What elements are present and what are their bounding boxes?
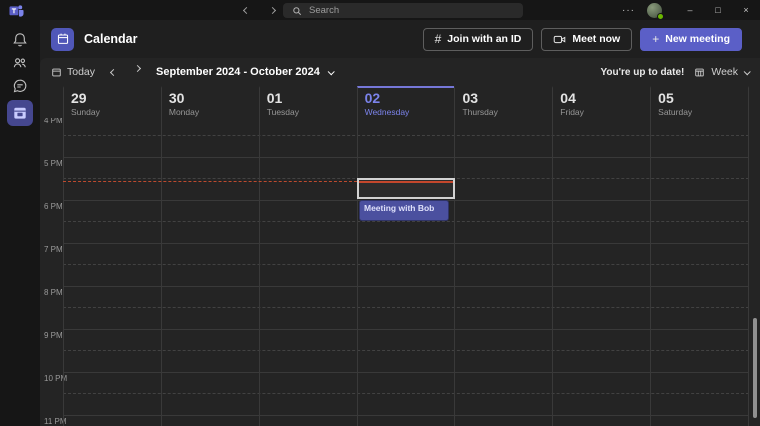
app-rail: [0, 20, 40, 426]
day-date: 03: [462, 90, 552, 106]
camera-icon: [553, 33, 566, 46]
plus-icon: +: [652, 32, 659, 46]
header-buttons: # Join with an ID Meet now + New meeting: [423, 28, 742, 51]
hour-label: 7 PM: [44, 245, 63, 254]
calendar-app-icon: [51, 28, 74, 51]
next-week-chevron-icon[interactable]: [135, 66, 140, 78]
day-column[interactable]: [63, 118, 161, 426]
day-column[interactable]: [259, 118, 357, 426]
toolbar-right: You're up to date! Week: [600, 66, 749, 78]
day-header[interactable]: 30 Monday: [161, 86, 259, 118]
day-name: Monday: [169, 107, 259, 117]
current-time-line-solid: [359, 181, 453, 183]
hour-label: 4 PM: [44, 118, 63, 125]
hour-label: 9 PM: [44, 331, 63, 340]
day-name: Saturday: [658, 107, 748, 117]
day-name: Thursday: [462, 107, 552, 117]
new-meeting-button[interactable]: + New meeting: [640, 28, 742, 51]
view-switcher[interactable]: Week: [694, 66, 749, 78]
calendar-header: Calendar # Join with an ID Meet now: [40, 20, 760, 58]
calendar-pane: Today September 2024 - October 2024 You'…: [40, 58, 760, 426]
history-nav: [241, 0, 277, 20]
day-column[interactable]: [454, 118, 552, 426]
day-header[interactable]: 05 Saturday: [650, 86, 749, 118]
hour-label: 8 PM: [44, 288, 63, 297]
close-button[interactable]: ×: [732, 0, 760, 20]
main-panel: Calendar # Join with an ID Meet now: [40, 20, 760, 426]
day-column[interactable]: [357, 118, 455, 426]
calendar-grid: 4 PM 5 PM 6 PM 7 PM: [40, 118, 760, 426]
day-header[interactable]: 03 Thursday: [454, 86, 552, 118]
day-name: Wednesday: [365, 107, 455, 117]
day-header-row: 29 Sunday 30 Monday 01 Tuesday 02: [63, 86, 749, 118]
search-icon: [292, 6, 302, 16]
day-columns: [63, 118, 749, 426]
day-date: 04: [560, 90, 650, 106]
more-options-icon[interactable]: ···: [622, 5, 635, 16]
chevron-down-icon: [744, 68, 751, 75]
day-column[interactable]: [161, 118, 259, 426]
day-name: Sunday: [71, 107, 161, 117]
vertical-scrollbar[interactable]: [753, 318, 757, 418]
day-date: 30: [169, 90, 259, 106]
today-button[interactable]: Today: [51, 66, 95, 78]
page-title: Calendar: [84, 32, 138, 46]
day-header[interactable]: 01 Tuesday: [259, 86, 357, 118]
teams-window: Search ··· – □ ×: [0, 0, 760, 426]
prev-week-chevron-icon[interactable]: [111, 66, 116, 78]
week-view-icon: [694, 67, 705, 78]
calendar-toolbar: Today September 2024 - October 2024 You'…: [40, 58, 760, 86]
date-range-picker[interactable]: September 2024 - October 2024: [156, 66, 333, 78]
day-column[interactable]: [650, 118, 749, 426]
calendar-event[interactable]: Meeting with Bob: [359, 200, 449, 221]
title-bar: Search ··· – □ ×: [0, 0, 760, 20]
avatar[interactable]: [647, 3, 662, 18]
hour-label: 6 PM: [44, 202, 63, 211]
day-date: 02: [365, 90, 455, 106]
today-calendar-icon: [51, 67, 62, 78]
selected-time-slot[interactable]: [357, 178, 455, 199]
people-group-icon: [12, 55, 28, 71]
forward-chevron-icon[interactable]: [267, 4, 277, 16]
hash-icon: #: [435, 32, 442, 46]
day-name: Tuesday: [267, 107, 357, 117]
titlebar-right: ··· – □ ×: [622, 0, 760, 20]
week-nav: [111, 66, 140, 78]
hour-label: 5 PM: [44, 159, 63, 168]
sidebar-item-activity[interactable]: [7, 31, 33, 48]
meet-now-button[interactable]: Meet now: [541, 28, 632, 51]
chat-bubble-icon: [12, 78, 28, 94]
search-input[interactable]: Search: [283, 3, 523, 18]
day-date: 05: [658, 90, 748, 106]
day-header[interactable]: 04 Friday: [552, 86, 650, 118]
calendar-icon: [12, 105, 28, 121]
current-time-line-dashed: [63, 181, 357, 182]
chevron-down-icon: [328, 68, 335, 75]
sidebar-item-teams[interactable]: [7, 54, 33, 71]
presence-available-dot: [657, 13, 664, 20]
status-text: You're up to date!: [600, 67, 684, 78]
day-date: 01: [267, 90, 357, 106]
back-chevron-icon[interactable]: [241, 4, 251, 16]
sidebar-item-chat[interactable]: [7, 77, 33, 94]
minimize-button[interactable]: –: [676, 0, 704, 20]
day-header[interactable]: 02 Wednesday: [357, 86, 455, 118]
join-with-id-button[interactable]: # Join with an ID: [423, 28, 534, 51]
sidebar-item-calendar[interactable]: [7, 100, 33, 126]
day-header[interactable]: 29 Sunday: [63, 86, 161, 118]
bell-icon: [12, 32, 28, 48]
search-placeholder: Search: [309, 5, 339, 16]
day-date: 29: [71, 90, 161, 106]
maximize-button[interactable]: □: [704, 0, 732, 20]
teams-logo-icon: [9, 3, 24, 17]
day-column[interactable]: [552, 118, 650, 426]
day-name: Friday: [560, 107, 650, 117]
